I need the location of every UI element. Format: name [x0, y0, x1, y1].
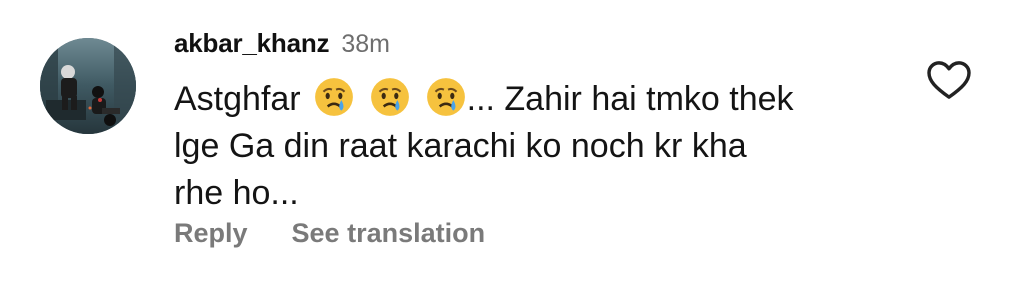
avatar-image [40, 38, 136, 134]
crying-face-icon [370, 78, 409, 116]
avatar[interactable] [40, 38, 136, 134]
heart-outline-icon[interactable] [926, 60, 972, 100]
comment-line-3: rhe ho... [174, 174, 299, 212]
crying-face-icon [314, 78, 353, 116]
comment-line-1: Astghfar ... Zahir hai tmko thek [174, 76, 894, 123]
comment-text-rest: ... Zahir hai tmko thek [466, 80, 794, 118]
see-translation-button[interactable]: See translation [292, 218, 486, 249]
crying-face-icon [426, 78, 465, 116]
comment-item: akbar_khanz 38m Astghfar ... Zahir hai tm… [0, 0, 1024, 293]
comment-line-2: lge Ga din raat karachi ko noch kr kha [174, 127, 747, 165]
username[interactable]: akbar_khanz [174, 28, 330, 59]
comment-text: Astghfar ... Zahir hai tmko thek lge Ga d… [174, 76, 894, 217]
comment-text-start: Astghfar [174, 80, 301, 118]
reply-button[interactable]: Reply [174, 218, 248, 249]
comment-actions: Reply See translation [174, 218, 485, 249]
comment-header: akbar_khanz 38m [174, 28, 390, 59]
timestamp: 38m [341, 30, 390, 58]
